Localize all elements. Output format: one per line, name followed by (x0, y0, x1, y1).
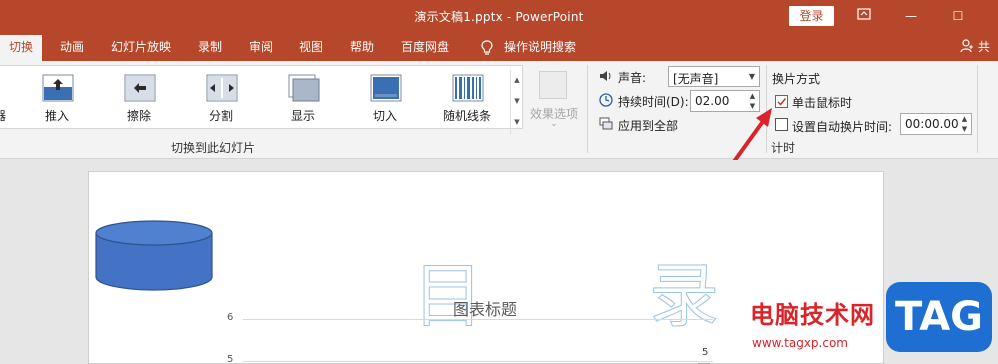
y-tick-label: 6 (227, 312, 234, 323)
watermark-logo: TAG (886, 282, 992, 352)
watermark-text: 电脑技术网 (750, 301, 875, 329)
decor-char: 目 (413, 255, 484, 338)
watermark-url: www.tagxp.com (752, 336, 848, 350)
y-tick-label: 5 (227, 354, 234, 364)
chart-title: 图表标题 (453, 300, 518, 319)
gridline (243, 319, 713, 320)
decor-char: 录 (649, 255, 720, 338)
cylinder-shape[interactable] (95, 220, 213, 292)
slide-editor: 目 录 图表标题 6 5 5 电脑技术网 www.tagxp.com TAG (0, 160, 998, 364)
data-label: 5 (702, 347, 709, 358)
gridline (243, 361, 713, 362)
